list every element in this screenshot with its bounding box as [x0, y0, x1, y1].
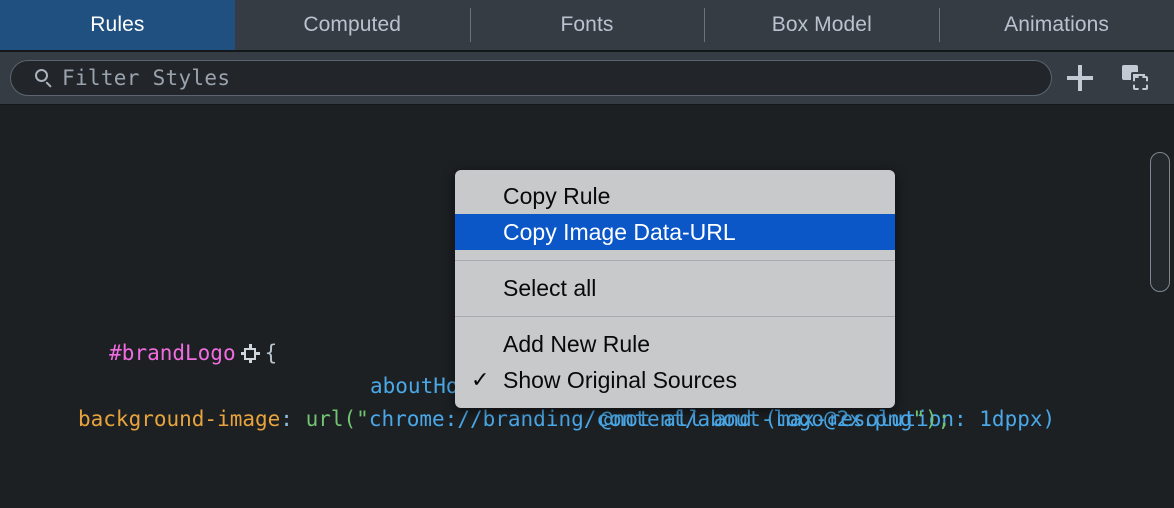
copy-layers-icon [1121, 65, 1151, 92]
checkmark-icon: ✓ [471, 367, 489, 393]
tab-label: Computed [303, 13, 401, 37]
declaration-url-prefix: url(" [306, 407, 369, 431]
menu-item-label: Show Original Sources [503, 367, 737, 394]
context-menu: Copy Rule Copy Image Data-URL Select all… [455, 170, 895, 408]
filter-styles-box[interactable] [10, 60, 1052, 96]
search-icon [35, 69, 54, 88]
declaration-url-text[interactable]: chrome://branding/content/about-logo@2x.… [369, 407, 913, 431]
tab-label: Animations [1004, 13, 1109, 37]
menu-item-add-new-rule[interactable]: Add New Rule [455, 326, 895, 362]
menu-separator [455, 316, 895, 317]
plus-icon [1067, 65, 1093, 91]
tab-box-model[interactable]: Box Model [704, 0, 939, 50]
tab-fonts[interactable]: Fonts [470, 0, 705, 50]
declaration-property[interactable]: background-image [78, 407, 280, 431]
tab-label: Rules [90, 13, 144, 37]
rule-close-line: } [0, 502, 1174, 508]
selector-text[interactable]: #brandLogo [109, 341, 235, 365]
tab-computed[interactable]: Computed [235, 0, 470, 50]
vertical-scrollbar[interactable] [1150, 152, 1170, 292]
declaration-url-suffix: "); [912, 407, 950, 431]
devtools-inspector-panel: Rules Computed Fonts Box Model Animation… [0, 0, 1174, 508]
tab-rules[interactable]: Rules [0, 0, 235, 50]
search-input[interactable] [62, 66, 1039, 90]
menu-item-label: Copy Rule [503, 183, 610, 210]
menu-item-select-all[interactable]: Select all [455, 270, 895, 306]
tab-label: Fonts [560, 13, 613, 37]
open-brace: { [265, 341, 278, 365]
add-new-rule-button[interactable] [1052, 56, 1108, 100]
menu-item-show-original-sources[interactable]: ✓ Show Original Sources [455, 362, 895, 398]
menu-separator [455, 260, 895, 261]
menu-item-label: Copy Image Data-URL [503, 219, 736, 246]
menu-item-label: Select all [503, 275, 596, 302]
toggle-pseudo-class-button[interactable] [1108, 56, 1164, 100]
styles-toolbar [0, 52, 1174, 105]
menu-item-copy-image-data-url[interactable]: Copy Image Data-URL [455, 214, 895, 250]
selector-highlighter-icon[interactable] [241, 344, 260, 363]
tab-animations[interactable]: Animations [939, 0, 1174, 50]
inspector-tabbar: Rules Computed Fonts Box Model Animation… [0, 0, 1174, 52]
menu-item-label: Add New Rule [503, 331, 650, 358]
tab-label: Box Model [772, 13, 872, 37]
menu-item-copy-rule[interactable]: Copy Rule [455, 178, 895, 214]
